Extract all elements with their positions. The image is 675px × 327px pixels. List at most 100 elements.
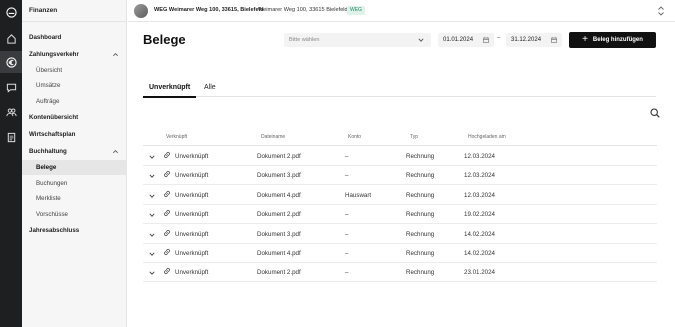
chevron-down-icon[interactable] [149,193,155,199]
chevron-down-icon[interactable] [149,251,155,257]
filter-select-placeholder: Bitte wählen [289,37,320,43]
cell-status: Unverknüpft [175,172,209,180]
table-row[interactable]: Unverknüpft Dokument 2.pdf – Rechnung 12.03.… [143,147,657,166]
cell-filename[interactable]: Dokument 3.pdf [257,231,301,238]
sidebar-item-label: Belege [36,164,57,171]
table-row[interactable]: Unverknüpft Dokument 4.pdf Hauswart Rechnun… [143,186,657,205]
date-to-value: 31.12.2024 [511,37,542,43]
cell-date: 12.03.2024 [464,172,495,180]
cell-date: 14.02.2024 [464,230,495,238]
column-header-verknuepft: Verknüpft [166,134,188,140]
link-icon [164,210,170,217]
chevron-down-icon[interactable] [149,270,155,276]
cell-status: Unverknüpft [175,211,209,219]
sidebar-item-auftraege[interactable]: Aufträge [22,94,127,109]
cell-filename[interactable]: Dokument 3.pdf [257,172,301,179]
column-header-hochgeladen[interactable]: Hochgeladen am [468,134,506,140]
table-row[interactable]: Unverknüpft Dokument 2.pdf – Rechnung 23.01.… [143,263,657,283]
cell-status: Unverknüpft [175,230,209,238]
document-icon[interactable] [0,126,22,148]
sidebar-item-label: Zahlungsverkehr [29,51,79,58]
chevron-down-icon[interactable] [149,173,155,179]
sidebar-item-buchhaltung[interactable]: Buchhaltung [22,144,127,159]
cell-filename[interactable]: Dokument 4.pdf [257,250,301,257]
cell-account: – [345,172,349,180]
date-from-value: 01.01.2024 [443,37,474,43]
sidebar: Finanzen Dashboard Zahlungsverkehr Übers… [22,0,127,327]
page-title: Belege [143,32,186,47]
sidebar-item-zahlungsverkehr[interactable]: Zahlungsverkehr [22,47,127,62]
cell-date: 14.02.2024 [464,250,495,257]
chevron-down-icon[interactable] [149,232,155,238]
cell-type: Rechnung [406,172,435,180]
cell-filename[interactable]: Dokument 4.pdf [257,192,301,199]
sidebar-item-label: Vorschüsse [36,211,68,218]
table-row[interactable]: Unverknüpft Dokument 4.pdf – Rechnung 14.02.… [143,244,657,263]
sidebar-title: Finanzen [22,0,126,22]
calendar-icon [551,37,557,43]
property-address: Weimarer Weg 100, 33615 Bielefeld [258,7,348,13]
chat-icon[interactable] [0,76,22,98]
sidebar-item-belege[interactable]: Belege [22,160,127,175]
logo-icon[interactable] [0,1,22,23]
sidebar-item-label: Merkliste [36,195,61,202]
chevron-down-icon [418,38,424,42]
cell-date: 12.03.2024 [464,191,495,199]
sidebar-item-merkliste[interactable]: Merkliste [22,191,127,206]
sidebar-item-label: Jahresabschluss [29,227,80,234]
sidebar-item-dashboard[interactable]: Dashboard [22,30,127,45]
chevron-down-icon[interactable] [149,212,155,218]
filter-select[interactable]: Bitte wählen [284,33,431,47]
chevron-up-down-icon[interactable] [657,6,665,16]
cell-date: 12.03.2024 [464,153,495,160]
table-row[interactable]: Unverknüpft Dokument 2.pdf – Rechnung 19.02.… [143,205,657,225]
sidebar-item-umsaetze[interactable]: Umsätze [22,78,127,93]
table-row[interactable]: Unverknüpft Dokument 3.pdf – Rechnung 12.03.… [143,166,657,186]
active-tab-indicator [143,96,196,98]
add-beleg-button[interactable]: + Beleg hinzufügen [569,32,656,48]
property-title: WEG Weimarer Weg 100, 33615, Bielefeld [154,7,264,13]
sidebar-item-vorschuesse[interactable]: Vorschüsse [22,207,127,222]
table-row[interactable]: Unverknüpft Dokument 3.pdf – Rechnung 14.02.… [143,225,657,244]
sidebar-item-label: Kontenübersicht [29,114,79,121]
euro-icon[interactable] [0,51,22,73]
cell-type: Rechnung [406,230,435,238]
cell-type: Rechnung [406,250,435,257]
cell-filename[interactable]: Dokument 2.pdf [257,211,301,218]
tab-alle[interactable]: Alle [204,84,216,91]
date-to-input[interactable]: 31.12.2024 [506,33,562,47]
sidebar-item-label: Übersicht [36,67,63,74]
cell-status: Unverknüpft [175,191,209,199]
cell-status: Unverknüpft [175,153,209,160]
column-header-konto: Konto [348,134,362,140]
tab-unverknuepft[interactable]: Unverknüpft [149,84,190,91]
cell-account: Hauswart [345,191,372,199]
home-icon[interactable] [0,27,22,49]
table-header-divider [143,145,657,146]
sidebar-item-buchungen[interactable]: Buchungen [22,176,127,191]
sidebar-item-jahresabschluss[interactable]: Jahresabschluss [22,223,127,238]
cell-type: Rechnung [406,153,435,160]
column-header-dateiname: Dateiname [261,134,286,140]
sidebar-item-kontenuebersicht[interactable]: Kontenübersicht [22,110,127,125]
property-header[interactable]: WEG Weimarer Weg 100, 33615, Bielefeld W… [128,0,675,22]
cell-filename[interactable]: Dokument 2.pdf [257,269,301,276]
cell-filename[interactable]: Dokument 2.pdf [257,153,301,160]
property-type-badge: WEG [347,6,365,15]
link-icon [164,152,170,158]
property-avatar [134,4,148,18]
cell-status: Unverknüpft [175,250,209,257]
date-from-input[interactable]: 01.01.2024 [438,33,494,47]
people-icon[interactable] [0,101,22,123]
sidebar-item-wirtschaftsplan[interactable]: Wirtschaftsplan [22,127,127,142]
sidebar-item-uebersicht[interactable]: Übersicht [22,63,127,78]
column-header-typ: Typ [410,134,419,140]
search-icon[interactable] [650,108,660,118]
add-beleg-label: Beleg hinzufügen [592,37,643,43]
chevron-up-icon [113,150,118,154]
cell-date: 19.02.2024 [464,211,495,219]
date-separator: – [497,35,501,41]
chevron-down-icon[interactable] [149,154,155,160]
tab-bar: Unverknüpft Alle [143,81,656,97]
calendar-icon [483,37,489,43]
